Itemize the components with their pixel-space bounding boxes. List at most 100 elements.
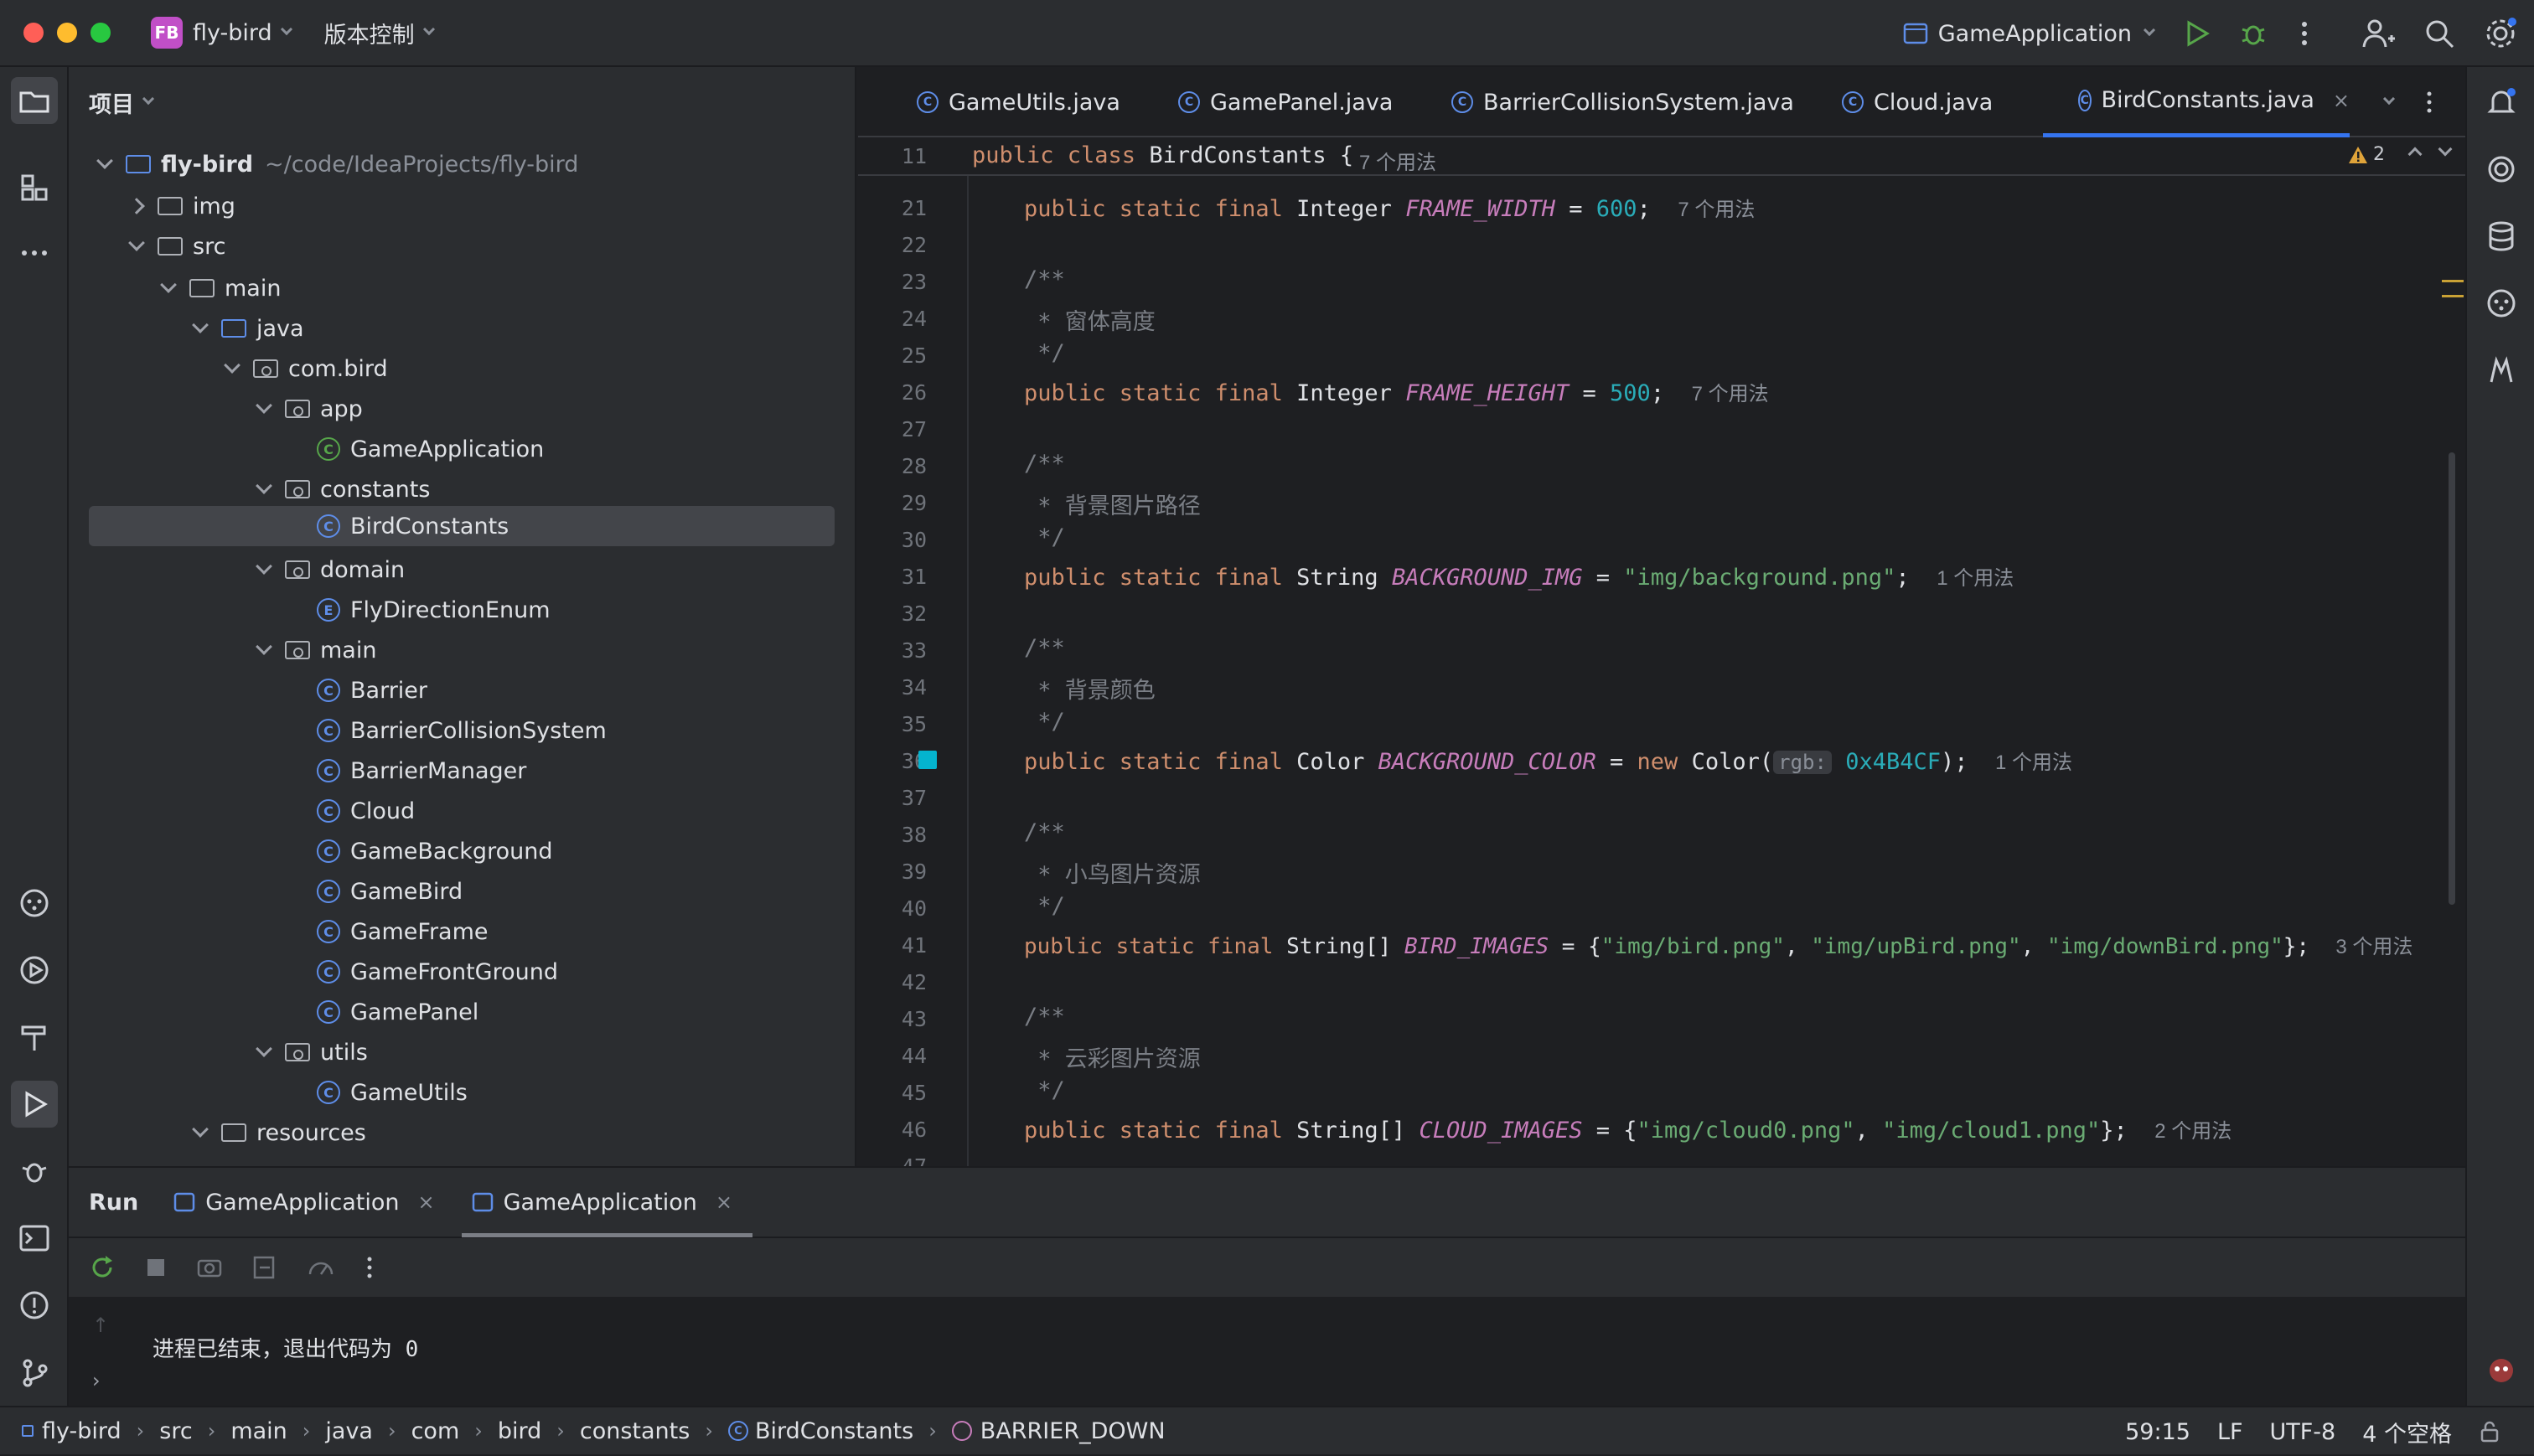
git-tool-button[interactable] bbox=[18, 1355, 51, 1389]
problems-tool-button[interactable] bbox=[18, 1288, 51, 1322]
tree-item-cloud[interactable]: C Cloud bbox=[317, 791, 415, 831]
breadcrumb-item[interactable]: java bbox=[325, 1418, 373, 1444]
breadcrumb-item[interactable]: src bbox=[159, 1418, 192, 1444]
tree-item-fly-bird[interactable]: fly-bird ~/code/IdeaProjects/fly-bird bbox=[96, 144, 578, 184]
run-tab-gameapplication-1[interactable]: GameApplication × bbox=[163, 1167, 444, 1237]
tab-barriercollisionsystem[interactable]: C BarrierCollisionSystem.java bbox=[1451, 67, 1794, 137]
run-icon[interactable] bbox=[2182, 19, 2211, 48]
tree-item-gameutils[interactable]: C GameUtils bbox=[317, 1072, 468, 1113]
tree-item-gamepanel[interactable]: C GamePanel bbox=[317, 992, 478, 1032]
tree-item-resources[interactable]: resources bbox=[192, 1113, 366, 1153]
indent-setting[interactable]: 4 个空格 bbox=[2362, 1416, 2452, 1448]
terminal-tool-button[interactable] bbox=[18, 1221, 51, 1255]
tabs-dropdown[interactable] bbox=[2375, 67, 2396, 137]
tree-item-barriercollisionsystem[interactable]: C BarrierCollisionSystem bbox=[317, 710, 607, 751]
breadcrumb-item[interactable]: constants bbox=[580, 1418, 690, 1444]
minimize-window-button[interactable] bbox=[57, 23, 77, 43]
build-tool-button[interactable] bbox=[18, 1020, 51, 1054]
close-tab-icon[interactable]: × bbox=[417, 1190, 434, 1214]
tree-item-gamebird[interactable]: C GameBird bbox=[317, 871, 463, 911]
tree-item-com-bird[interactable]: com.bird bbox=[224, 349, 388, 389]
ai-assistant-button[interactable] bbox=[2485, 152, 2518, 186]
breadcrumb-item[interactable]: bird bbox=[498, 1418, 541, 1444]
scroll-up-icon[interactable]: ↑ bbox=[92, 1314, 109, 1337]
settings-gear-icon[interactable] bbox=[2484, 17, 2517, 50]
debug-icon[interactable] bbox=[2239, 19, 2268, 48]
debug-tool-button[interactable] bbox=[18, 1154, 51, 1188]
breadcrumb-item[interactable]: com bbox=[411, 1418, 460, 1444]
tree-item-gamefrontground[interactable]: C GameFrontGround bbox=[317, 952, 558, 992]
search-icon[interactable] bbox=[2423, 18, 2455, 49]
tree-item-domain[interactable]: domain bbox=[256, 550, 405, 590]
sticky-line[interactable]: 11 public class BirdConstants { 7 个用法 2 bbox=[858, 137, 2465, 176]
tree-item-constants[interactable]: constants bbox=[256, 469, 430, 509]
tab-birdconstants[interactable]: C BirdConstants.java × bbox=[2043, 67, 2350, 137]
tab-gamepanel[interactable]: C GamePanel.java bbox=[1178, 67, 1393, 137]
project-tool-button[interactable] bbox=[11, 77, 58, 124]
more-tools-button[interactable] bbox=[18, 236, 51, 270]
plugins-tool-button[interactable] bbox=[18, 886, 51, 920]
project-name-dropdown[interactable]: fly-bird bbox=[193, 20, 272, 46]
plugins-button[interactable] bbox=[2485, 287, 2518, 320]
next-warning-icon[interactable] bbox=[2438, 142, 2453, 157]
add-user-icon[interactable] bbox=[2361, 17, 2395, 50]
tree-item-birdconstants[interactable]: C BirdConstants bbox=[89, 506, 835, 546]
services-tool-button[interactable] bbox=[18, 953, 51, 987]
color-swatch[interactable] bbox=[918, 751, 937, 769]
class-icon: C bbox=[317, 679, 340, 702]
lock-icon[interactable] bbox=[2479, 1421, 2500, 1443]
breadcrumb-item[interactable]: BARRIER_DOWN bbox=[980, 1418, 1166, 1444]
tree-item-utils[interactable]: utils bbox=[256, 1032, 368, 1072]
profiler-icon[interactable] bbox=[307, 1254, 335, 1281]
notifications-button[interactable] bbox=[2485, 85, 2518, 119]
maven-button[interactable] bbox=[2485, 354, 2518, 387]
database-button[interactable] bbox=[2485, 219, 2518, 253]
close-window-button[interactable] bbox=[23, 23, 44, 43]
breadcrumb-item[interactable]: fly-bird bbox=[42, 1418, 122, 1444]
editor-scrollbar[interactable] bbox=[2449, 452, 2455, 905]
console-chevron-icon[interactable]: › bbox=[92, 1369, 101, 1392]
more-vertical-icon[interactable] bbox=[364, 1255, 375, 1280]
run-configuration-dropdown[interactable]: GameApplication bbox=[1903, 21, 2156, 47]
tree-item-img[interactable]: img bbox=[128, 186, 235, 226]
tree-item-barrier[interactable]: C Barrier bbox=[317, 670, 427, 710]
tab-gameutils[interactable]: C GameUtils.java bbox=[917, 67, 1120, 137]
tree-item-flydirectionenum[interactable]: E FlyDirectionEnum bbox=[317, 590, 551, 630]
project-badge[interactable]: FB bbox=[151, 17, 183, 49]
vcs-dropdown[interactable]: 版本控制 bbox=[324, 17, 415, 49]
tree-item-java[interactable]: java bbox=[192, 308, 304, 349]
zoom-window-button[interactable] bbox=[90, 23, 111, 43]
structure-tool-button[interactable] bbox=[18, 171, 51, 204]
chevron-down-icon[interactable] bbox=[422, 23, 435, 36]
more-vertical-icon[interactable] bbox=[2296, 19, 2313, 48]
export-icon[interactable] bbox=[251, 1254, 278, 1281]
close-tab-icon[interactable]: × bbox=[716, 1190, 732, 1214]
file-encoding[interactable]: UTF-8 bbox=[2270, 1419, 2336, 1445]
run-tool-button[interactable] bbox=[11, 1081, 58, 1128]
stop-icon[interactable] bbox=[144, 1256, 168, 1279]
breadcrumb-item[interactable]: BirdConstants bbox=[755, 1418, 913, 1444]
copilot-button[interactable] bbox=[2485, 1354, 2518, 1387]
tabs-more-button[interactable] bbox=[2423, 67, 2435, 137]
chevron-down-icon[interactable] bbox=[280, 23, 292, 36]
tree-item-barriermanager[interactable]: C BarrierManager bbox=[317, 751, 526, 791]
tab-cloud[interactable]: C Cloud.java bbox=[1842, 67, 1993, 137]
previous-warning-icon[interactable] bbox=[2407, 147, 2423, 162]
close-tab-icon[interactable]: × bbox=[2333, 89, 2350, 112]
tree-item-gameapplication[interactable]: C GameApplication bbox=[317, 429, 544, 469]
line-separator[interactable]: LF bbox=[2217, 1419, 2243, 1445]
rerun-icon[interactable] bbox=[89, 1254, 116, 1281]
run-tab-gameapplication-2[interactable]: GameApplication × bbox=[461, 1167, 753, 1237]
tree-item-src[interactable]: src bbox=[128, 226, 225, 266]
breadcrumb-item[interactable]: main bbox=[230, 1418, 287, 1444]
tree-item-gameframe[interactable]: C GameFrame bbox=[317, 911, 489, 952]
camera-icon[interactable] bbox=[196, 1254, 223, 1281]
tree-item-main[interactable]: main bbox=[160, 268, 281, 308]
console-output[interactable]: ↑ › 进程已结束，退出代码为 0 bbox=[69, 1297, 2465, 1407]
caret-position[interactable]: 59:15 bbox=[2125, 1419, 2190, 1445]
project-panel-header[interactable]: 项目 bbox=[69, 67, 855, 137]
warnings-indicator[interactable]: 2 bbox=[2348, 144, 2385, 165]
tree-item-gamebackground[interactable]: C GameBackground bbox=[317, 831, 552, 871]
tree-item-app[interactable]: app bbox=[256, 389, 363, 429]
tree-item-main-package[interactable]: main bbox=[256, 630, 376, 670]
